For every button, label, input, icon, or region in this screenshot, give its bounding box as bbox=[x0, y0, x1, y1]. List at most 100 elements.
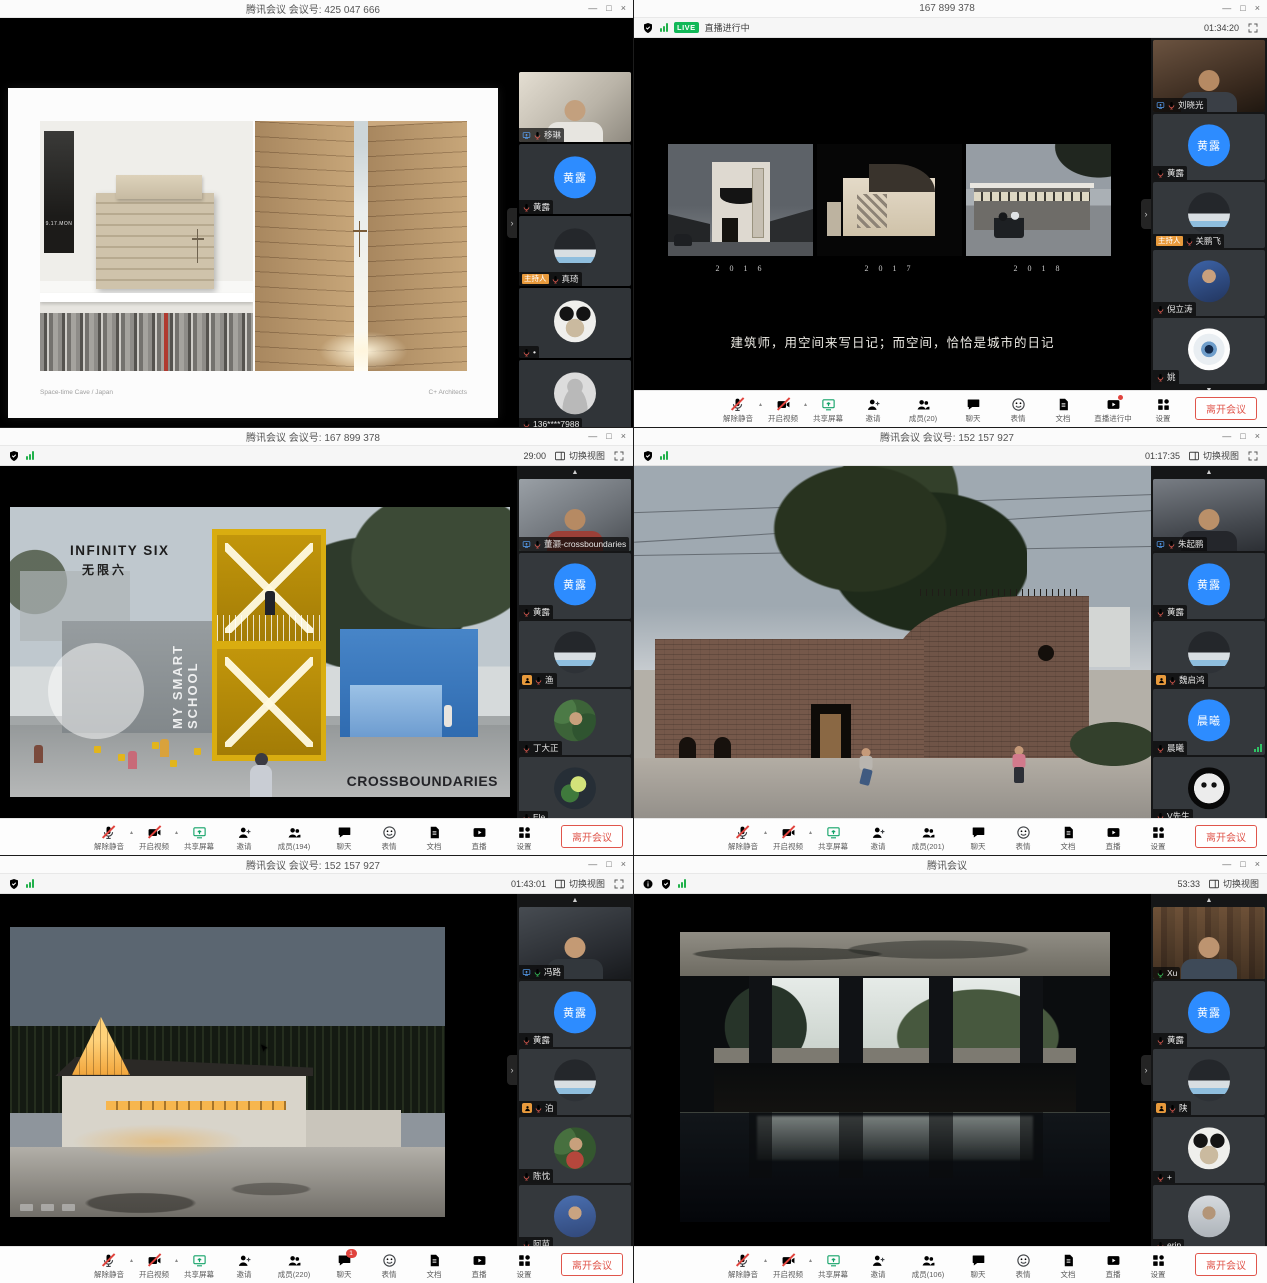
live-button[interactable]: 直播 bbox=[462, 825, 496, 852]
close-button[interactable]: × bbox=[621, 0, 626, 17]
invite-button[interactable]: 邀请 bbox=[227, 825, 261, 852]
participant-tile[interactable]: 陕 bbox=[1153, 1049, 1265, 1115]
chevron-up-icon[interactable]: ▴ bbox=[175, 829, 178, 836]
apps-button[interactable]: 设置 bbox=[1146, 397, 1180, 424]
start-video-button[interactable]: 开启视频 bbox=[137, 825, 171, 852]
maximize-button[interactable]: □ bbox=[606, 0, 611, 17]
leave-meeting-button[interactable]: 离开会议 bbox=[1195, 825, 1257, 848]
chevron-up-icon[interactable]: ▴ bbox=[759, 401, 762, 408]
members-button[interactable]: 成员(194) bbox=[272, 825, 316, 852]
participant-tile[interactable]: 阿苗 bbox=[519, 1185, 631, 1246]
members-button[interactable]: 成员(106) bbox=[906, 1253, 950, 1280]
invite-button[interactable]: 邀请 bbox=[861, 825, 895, 852]
docs-button[interactable]: 文档 bbox=[1051, 825, 1085, 852]
switch-view-button[interactable]: 切换视图 bbox=[1188, 449, 1239, 462]
chevron-up-icon[interactable]: ▴ bbox=[130, 829, 133, 836]
docs-button[interactable]: 文档 bbox=[417, 1253, 451, 1280]
start-video-button[interactable]: 开启视频 bbox=[137, 1253, 171, 1280]
docs-button[interactable]: 文档 bbox=[417, 825, 451, 852]
fullscreen-icon[interactable] bbox=[1247, 22, 1259, 34]
participant-tile[interactable]: 冯路 bbox=[519, 907, 631, 979]
participant-tile[interactable]: 刘晓光 bbox=[1153, 40, 1265, 112]
chevron-up-icon[interactable]: ▴ bbox=[804, 401, 807, 408]
participant-tile[interactable]: 主持人真琦 bbox=[519, 216, 631, 286]
share-screen-button[interactable]: 共享屏幕 bbox=[811, 397, 845, 424]
members-button[interactable]: 成员(201) bbox=[906, 825, 950, 852]
apps-button[interactable]: 设置 bbox=[1141, 825, 1175, 852]
participant-tile[interactable]: 魏启鸿 bbox=[1153, 621, 1265, 687]
participant-tile[interactable]: 136****7988 bbox=[519, 360, 631, 427]
chevron-up-icon[interactable]: ▴ bbox=[130, 1257, 133, 1264]
live-button[interactable]: 直播 bbox=[1096, 825, 1130, 852]
minimize-button[interactable]: — bbox=[1222, 856, 1231, 873]
live-button[interactable]: 直播 bbox=[1096, 1253, 1130, 1280]
close-button[interactable]: × bbox=[1255, 0, 1260, 17]
participant-tile[interactable]: 移琳 bbox=[519, 72, 631, 142]
chat-button[interactable]: 1聊天 bbox=[327, 1253, 361, 1280]
apps-button[interactable]: 设置 bbox=[1141, 1253, 1175, 1280]
participant-tile[interactable]: Ele bbox=[519, 757, 631, 818]
chevron-up-icon[interactable] bbox=[519, 468, 631, 477]
chevron-up-icon[interactable]: ▴ bbox=[764, 829, 767, 836]
collapse-sidebar-handle[interactable] bbox=[1141, 1055, 1151, 1085]
start-video-button[interactable]: 开启视频 bbox=[771, 1253, 805, 1280]
minimize-button[interactable]: — bbox=[1222, 0, 1231, 17]
collapse-sidebar-handle[interactable] bbox=[507, 1055, 517, 1085]
participant-tile[interactable]: erin bbox=[1153, 1185, 1265, 1246]
close-button[interactable]: × bbox=[621, 856, 626, 873]
live-button[interactable]: 直播进行中 bbox=[1091, 397, 1135, 424]
collapse-sidebar-handle[interactable] bbox=[507, 208, 517, 238]
participant-tile[interactable]: 倪立涛 bbox=[1153, 250, 1265, 316]
chevron-up-icon[interactable] bbox=[1153, 468, 1265, 477]
chevron-up-icon[interactable]: ▴ bbox=[175, 1257, 178, 1264]
unmute-button[interactable]: 解除静音 bbox=[92, 1253, 126, 1280]
minimize-button[interactable]: — bbox=[588, 0, 597, 17]
chat-button[interactable]: 聊天 bbox=[961, 825, 995, 852]
participant-tile[interactable]: 晨曦 晨曦 bbox=[1153, 689, 1265, 755]
participant-tile[interactable]: 渔 bbox=[519, 621, 631, 687]
maximize-button[interactable]: □ bbox=[1240, 856, 1245, 873]
participant-tile[interactable]: V先生 bbox=[1153, 757, 1265, 818]
share-screen-button[interactable]: 共享屏幕 bbox=[182, 825, 216, 852]
participant-tile[interactable]: Xu bbox=[1153, 907, 1265, 979]
chevron-up-icon[interactable] bbox=[519, 896, 631, 905]
start-video-button[interactable]: 开启视频 bbox=[766, 397, 800, 424]
fullscreen-icon[interactable] bbox=[1247, 450, 1259, 462]
participant-tile[interactable]: 姚 bbox=[1153, 318, 1265, 384]
leave-meeting-button[interactable]: 离开会议 bbox=[1195, 1253, 1257, 1276]
invite-button[interactable]: 邀请 bbox=[856, 397, 890, 424]
invite-button[interactable]: 邀请 bbox=[861, 1253, 895, 1280]
live-button[interactable]: 直播 bbox=[462, 1253, 496, 1280]
participant-tile[interactable]: • bbox=[519, 288, 631, 358]
share-screen-button[interactable]: 共享屏幕 bbox=[182, 1253, 216, 1280]
switch-view-button[interactable]: 切换视图 bbox=[1208, 877, 1259, 890]
share-screen-button[interactable]: 共享屏幕 bbox=[816, 1253, 850, 1280]
unmute-button[interactable]: 解除静音 bbox=[726, 1253, 760, 1280]
chevron-up-icon[interactable]: ▴ bbox=[809, 1257, 812, 1264]
participant-tile[interactable]: 陈忱 bbox=[519, 1117, 631, 1183]
apps-button[interactable]: 设置 bbox=[507, 825, 541, 852]
participant-tile[interactable]: 丁大正 bbox=[519, 689, 631, 755]
chat-button[interactable]: 聊天 bbox=[961, 1253, 995, 1280]
participant-tile[interactable]: 黄露 黄露 bbox=[519, 553, 631, 619]
leave-meeting-button[interactable]: 离开会议 bbox=[561, 1253, 623, 1276]
unmute-button[interactable]: 解除静音 bbox=[721, 397, 755, 424]
start-video-button[interactable]: 开启视频 bbox=[771, 825, 805, 852]
participant-tile[interactable]: 黄露 黄露 bbox=[1153, 114, 1265, 180]
maximize-button[interactable]: □ bbox=[1240, 428, 1245, 445]
close-button[interactable]: × bbox=[1255, 428, 1260, 445]
chat-button[interactable]: 聊天 bbox=[956, 397, 990, 424]
switch-view-button[interactable]: 切换视图 bbox=[554, 877, 605, 890]
participant-tile[interactable]: 董灏-crossboundaries bbox=[519, 479, 631, 551]
chevron-up-icon[interactable]: ▴ bbox=[809, 829, 812, 836]
participant-tile[interactable]: 黄露 黄露 bbox=[519, 981, 631, 1047]
participant-tile[interactable]: 黄露 黄露 bbox=[1153, 553, 1265, 619]
unmute-button[interactable]: 解除静音 bbox=[726, 825, 760, 852]
participant-tile[interactable]: 朱起鹏 bbox=[1153, 479, 1265, 551]
unmute-button[interactable]: 解除静音 bbox=[92, 825, 126, 852]
chevron-up-icon[interactable]: ▴ bbox=[764, 1257, 767, 1264]
docs-button[interactable]: 文档 bbox=[1051, 1253, 1085, 1280]
emoji-button[interactable]: 表情 bbox=[1006, 1253, 1040, 1280]
members-button[interactable]: 成员(20) bbox=[901, 397, 945, 424]
participant-tile[interactable]: 泊 bbox=[519, 1049, 631, 1115]
